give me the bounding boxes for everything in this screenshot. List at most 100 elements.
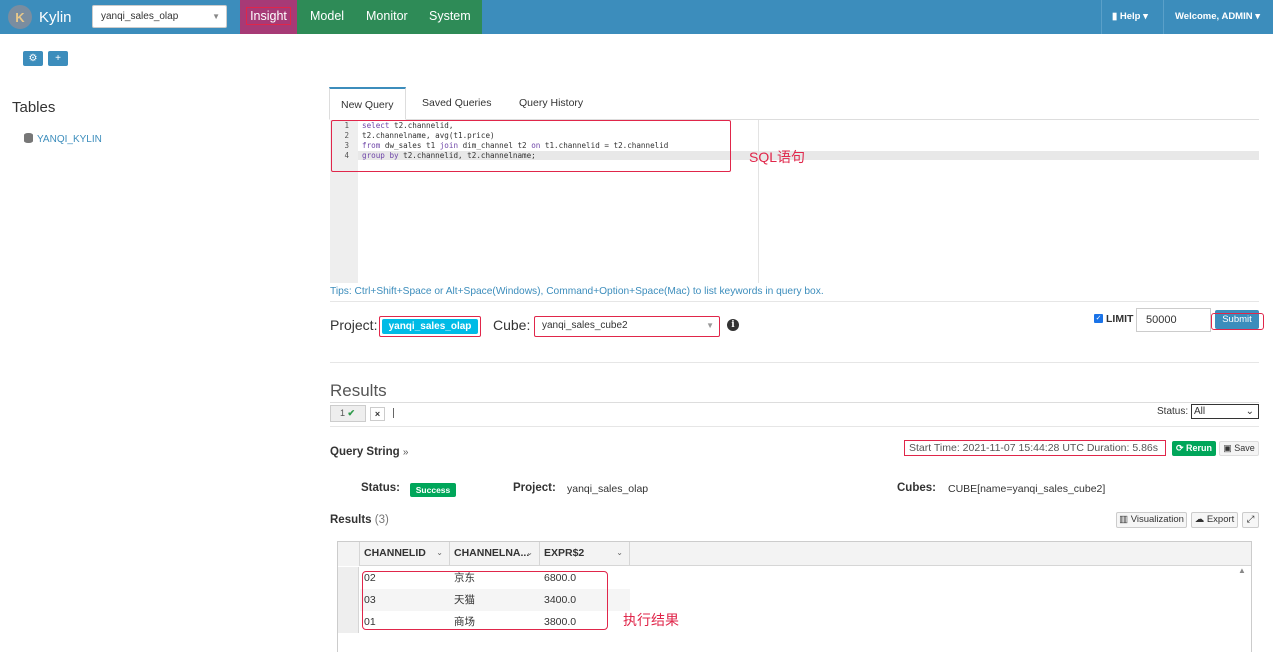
book-icon: ▮ <box>1112 11 1118 22</box>
query-time-info: Start Time: 2021-11-07 15:44:28 UTC Dura… <box>904 440 1166 456</box>
divider <box>330 426 1259 427</box>
welcome-label: Welcome, ADMIN <box>1175 11 1253 22</box>
status-filter-label: Status: <box>1157 406 1189 417</box>
status-badge: Success <box>410 483 456 497</box>
fullscreen-button[interactable]: ⤢ <box>1242 512 1259 528</box>
limit-checkbox[interactable]: ✓ <box>1094 314 1103 323</box>
chevron-down-icon: ▼ <box>212 12 220 21</box>
project-label: Project: <box>330 317 378 333</box>
cube-select[interactable]: yanqi_sales_cube2 ▼ <box>534 316 720 337</box>
query-string-toggle[interactable]: Query String » <box>330 446 408 458</box>
grid-corner <box>338 542 360 566</box>
help-menu[interactable]: ▮ Help ▾ <box>1101 0 1163 34</box>
add-button[interactable]: + <box>48 51 68 66</box>
expand-icon: ⤢ <box>1246 514 1255 525</box>
database-label: YANQI_KYLIN <box>37 134 102 145</box>
divider <box>330 362 1259 363</box>
row-header[interactable] <box>338 567 359 589</box>
query-string-label: Query String <box>330 446 400 458</box>
double-chevron-icon: » <box>402 447 409 458</box>
visualization-button[interactable]: ▥ Visualization <box>1116 512 1187 528</box>
cloud-download-icon: ☁ <box>1194 514 1205 525</box>
sidebar-item-database[interactable]: YANQI_KYLIN <box>24 133 102 145</box>
limit-label: LIMIT <box>1106 313 1134 325</box>
result-highlight-box <box>362 571 608 630</box>
save-label: Save <box>1234 443 1255 453</box>
project-field-value: yanqi_sales_olap <box>567 483 649 495</box>
tab-query-history[interactable]: Query History <box>508 87 594 120</box>
close-icon: × <box>374 409 381 419</box>
info-icon[interactable]: i <box>727 319 739 331</box>
export-label: Export <box>1206 514 1235 525</box>
chevron-down-icon: ⌄ <box>436 548 443 557</box>
results-label: Results <box>330 514 372 526</box>
bar-chart-icon: ▥ <box>1119 514 1129 525</box>
chevron-down-icon: ▼ <box>706 321 714 330</box>
rerun-label: Rerun <box>1186 443 1213 453</box>
refresh-icon: ⟳ <box>1175 443 1184 453</box>
submit-highlight-box <box>1211 313 1264 330</box>
kylin-logo-icon: K <box>8 5 32 29</box>
save-button[interactable]: ▣ Save <box>1219 441 1259 456</box>
text-cursor <box>393 408 394 418</box>
sql-annotation: SQL语句 <box>749 149 806 165</box>
tab-new-query[interactable]: New Query <box>329 87 406 120</box>
results-title: Results <box>330 381 387 400</box>
result-tab-1[interactable]: 1 ✔ <box>330 405 366 422</box>
export-button[interactable]: ☁ Export <box>1191 512 1238 528</box>
tab-saved-queries[interactable]: Saved Queries <box>411 87 502 120</box>
caret-down-icon: ▾ <box>1255 11 1261 22</box>
divider <box>330 402 1259 403</box>
editor-print-margin <box>758 120 759 283</box>
cube-select-value: yanqi_sales_cube2 <box>542 320 628 331</box>
status-filter-value: All <box>1194 406 1206 417</box>
nav-insight[interactable]: Insight <box>240 0 297 34</box>
column-header-label: EXPR$2 <box>544 547 585 559</box>
cubes-field-label: Cubes: <box>897 482 936 494</box>
nav-model[interactable]: Model <box>310 0 344 34</box>
cube-label: Cube: <box>493 317 531 333</box>
scroll-up-icon[interactable]: ▲ <box>1238 566 1246 575</box>
column-header[interactable]: CHANNELID ⌄ <box>360 542 450 566</box>
plus-icon: + <box>55 53 61 64</box>
row-header[interactable] <box>338 611 359 633</box>
visualization-label: Visualization <box>1130 514 1184 525</box>
result-annotation: 执行结果 <box>623 612 679 628</box>
chevron-down-icon: ⌄ <box>616 548 623 557</box>
sql-highlight-box <box>331 120 731 172</box>
chevron-down-icon: ⌄ <box>526 548 533 557</box>
column-header[interactable]: CHANNELNA... ⌄ <box>450 542 540 566</box>
limit-input[interactable]: 50000 <box>1136 308 1211 332</box>
project-field-label: Project: <box>513 482 556 494</box>
grid-scrollbar[interactable]: ▲ <box>1235 566 1250 652</box>
caret-down-icon: ▾ <box>1143 11 1148 22</box>
rerun-button[interactable]: ⟳ Rerun <box>1172 441 1216 456</box>
share-tree-button[interactable]: ⚙ <box>23 51 43 66</box>
sitemap-icon: ⚙ <box>28 53 38 64</box>
brand[interactable]: K Kylin <box>0 0 80 34</box>
row-header[interactable] <box>338 589 359 611</box>
tables-title: Tables <box>12 99 56 116</box>
project-select[interactable]: yanqi_sales_olap ▼ <box>92 5 227 28</box>
status-filter-select[interactable]: All ⌄ <box>1191 404 1259 419</box>
project-badge: yanqi_sales_olap <box>382 319 478 334</box>
check-icon: ✔ <box>347 408 356 418</box>
editor-tips: Tips: Ctrl+Shift+Space or Alt+Space(Wind… <box>330 286 824 297</box>
user-menu[interactable]: Welcome, ADMIN ▾ <box>1163 0 1273 34</box>
close-result-button[interactable]: × <box>370 407 385 421</box>
database-icon <box>24 133 33 143</box>
divider <box>330 301 1259 302</box>
column-header[interactable]: EXPR$2 ⌄ <box>540 542 630 566</box>
help-label: Help <box>1119 11 1141 22</box>
result-tab-number: 1 <box>340 408 346 418</box>
nav-monitor[interactable]: Monitor <box>366 0 408 34</box>
column-header-label: CHANNELNA... <box>454 547 530 559</box>
column-header-label: CHANNELID <box>364 547 426 559</box>
status-field-label: Status: <box>361 482 400 494</box>
nav-system[interactable]: System <box>429 0 471 34</box>
brand-name: Kylin <box>39 8 72 26</box>
save-icon: ▣ <box>1223 443 1232 453</box>
cubes-field-value: CUBE[name=yanqi_sales_cube2] <box>948 483 1106 495</box>
results-count-label: Results (3) <box>330 514 389 526</box>
chevron-down-icon: ⌄ <box>1245 406 1254 417</box>
